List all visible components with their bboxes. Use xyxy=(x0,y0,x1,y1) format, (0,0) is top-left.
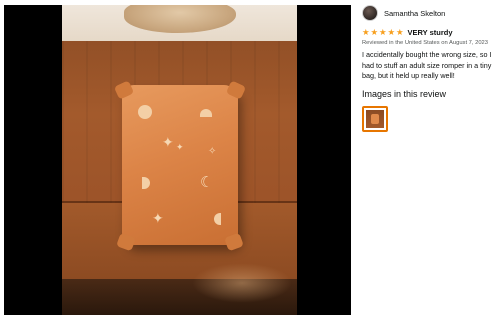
avatar[interactable] xyxy=(362,5,378,21)
half-moon-motif xyxy=(200,109,212,117)
image-viewer: ✦ ✦ ☾ ✦ ✧ xyxy=(0,0,352,318)
review-body: I accidentally bought the wrong size, so… xyxy=(362,50,492,80)
crescent-motif xyxy=(142,177,150,189)
reviewer-name[interactable]: Samantha Skelton xyxy=(384,9,445,18)
star-icon: ★ xyxy=(396,27,404,37)
star-icon: ★ xyxy=(387,27,396,37)
floor-glow xyxy=(192,263,292,303)
star-rating: ★ ★ ★ ★ ★ xyxy=(362,27,405,37)
thumbnail-photo xyxy=(366,109,384,128)
reviewer-profile[interactable]: Samantha Skelton xyxy=(362,4,498,22)
review-panel: Samantha Skelton ★ ★ ★ ★ ★ VERY sturdy R… xyxy=(362,4,498,132)
review-date: Reviewed in the United States on August … xyxy=(362,40,489,46)
crescent-motif: ☾ xyxy=(200,174,214,191)
moon-motif xyxy=(138,105,152,119)
rating-row: ★ ★ ★ ★ ★ VERY sturdy xyxy=(362,27,498,37)
sparkle-motif: ✦ xyxy=(152,210,164,226)
orange-pouch: ✦ ✦ ☾ ✦ ✧ xyxy=(113,80,247,252)
star-icon: ★ xyxy=(379,27,387,37)
sun-motif: ✧ xyxy=(208,146,217,157)
review-image-thumbnail[interactable] xyxy=(362,105,388,132)
crescent-motif xyxy=(214,213,221,225)
photo-frame: ✦ ✦ ☾ ✦ ✧ xyxy=(4,5,351,315)
review-photo[interactable]: ✦ ✦ ☾ ✦ ✧ xyxy=(62,5,297,315)
review-headline: VERY sturdy xyxy=(407,27,453,37)
sparkle-motif: ✦ xyxy=(162,134,174,150)
star-icon: ★ xyxy=(362,27,370,37)
star-icon: ★ xyxy=(370,27,379,37)
images-heading: Images in this review xyxy=(362,88,447,99)
sparkle-motif: ✦ xyxy=(176,142,184,152)
